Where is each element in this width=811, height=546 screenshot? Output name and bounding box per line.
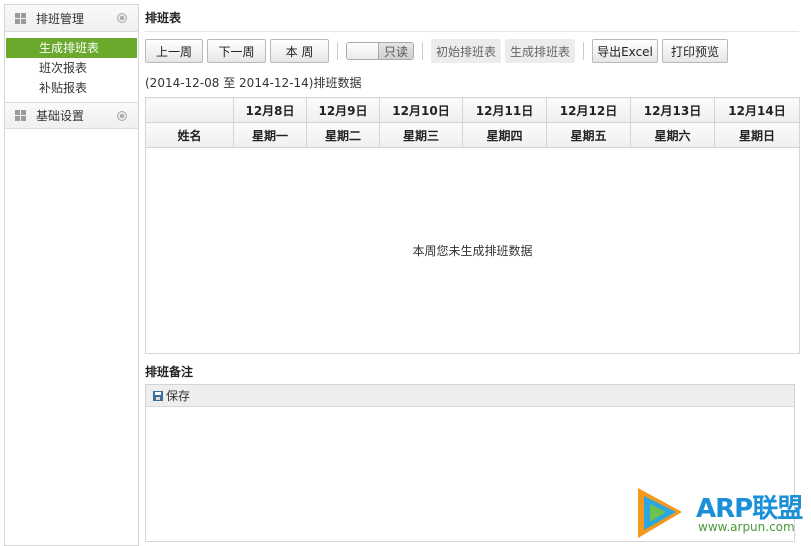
table-header-blank [145, 97, 234, 123]
collapse-icon[interactable] [117, 13, 127, 23]
init-schedule-button[interactable]: 初始排班表 [431, 39, 501, 63]
this-week-button[interactable]: 本 周 [270, 39, 329, 63]
page-title: 排班表 [145, 4, 799, 32]
table-header-date: 12月8日 [233, 97, 307, 123]
watermark-logo: ARP联盟 www.arpun.com [628, 480, 808, 544]
collapse-icon[interactable] [117, 111, 127, 121]
empty-state-message: 本周您未生成排班数据 [145, 147, 800, 354]
toggle-knob [347, 43, 379, 59]
nav-group-label: 基础设置 [36, 109, 85, 123]
table-header-weekday: 星期五 [546, 122, 631, 148]
sidebar: 排班管理 生成排班表 班次报表 补贴报表 基础设置 [4, 4, 139, 546]
table-header-weekday: 星期六 [630, 122, 715, 148]
table-header-weekday: 星期日 [714, 122, 800, 148]
table-header-date: 12月11日 [462, 97, 547, 123]
nav-group-label: 排班管理 [36, 11, 85, 26]
table-header-weekday: 星期二 [306, 122, 380, 148]
main-content: 排班表 上一周 下一周 本 周 只读 初始排班表 生成排班表 导出Excel 打… [145, 4, 800, 542]
sidebar-item-shift-report[interactable]: 班次报表 [6, 58, 137, 78]
table-header-weekday: 星期三 [379, 122, 463, 148]
sidebar-item-generate-schedule[interactable]: 生成排班表 [6, 38, 137, 58]
table-header-name: 姓名 [145, 122, 234, 148]
table-header-date: 12月14日 [714, 97, 800, 123]
grid-icon [15, 110, 26, 121]
weekday-header-row: 姓名 星期一 星期二 星期三 星期四 星期五 星期六 星期日 [145, 122, 800, 148]
remark-toolbar: 保存 [146, 385, 794, 407]
sidebar-item-subsidy-report[interactable]: 补贴报表 [6, 78, 137, 98]
readonly-toggle[interactable]: 只读 [346, 42, 414, 60]
toolbar-divider [337, 42, 338, 60]
nav-group-schedule-management[interactable]: 排班管理 [5, 5, 138, 32]
toolbar-divider [422, 42, 423, 60]
remark-title: 排班备注 [145, 365, 194, 379]
nav-group-basic-settings[interactable]: 基础设置 [5, 102, 138, 129]
next-week-button[interactable]: 下一周 [207, 39, 266, 63]
date-range-label: (2014-12-08 至 2014-12-14)排班数据 [145, 76, 362, 90]
schedule-table: 12月8日 12月9日 12月10日 12月11日 12月12日 12月13日 … [145, 97, 800, 354]
save-button[interactable]: 保存 [166, 387, 190, 404]
table-header-date: 12月9日 [306, 97, 380, 123]
toolbar: 上一周 下一周 本 周 只读 初始排班表 生成排班表 导出Excel 打印预览 [145, 36, 799, 66]
table-header-weekday: 星期四 [462, 122, 547, 148]
export-excel-button[interactable]: 导出Excel [592, 39, 658, 63]
table-header-date: 12月12日 [546, 97, 631, 123]
date-header-row: 12月8日 12月9日 12月10日 12月11日 12月12日 12月13日 … [145, 97, 800, 123]
play-logo-icon [638, 488, 682, 538]
prev-week-button[interactable]: 上一周 [145, 39, 203, 63]
generate-schedule-button[interactable]: 生成排班表 [505, 39, 575, 63]
toolbar-divider [583, 42, 584, 60]
print-preview-button[interactable]: 打印预览 [662, 39, 728, 63]
readonly-toggle-label: 只读 [379, 43, 413, 59]
table-header-date: 12月13日 [630, 97, 715, 123]
table-header-weekday: 星期一 [233, 122, 307, 148]
grid-icon [15, 12, 26, 24]
save-icon[interactable] [153, 390, 163, 401]
table-header-date: 12月10日 [379, 97, 463, 123]
nav-items: 生成排班表 班次报表 补贴报表 [5, 32, 138, 102]
watermark-url: www.arpun.com [698, 520, 795, 534]
